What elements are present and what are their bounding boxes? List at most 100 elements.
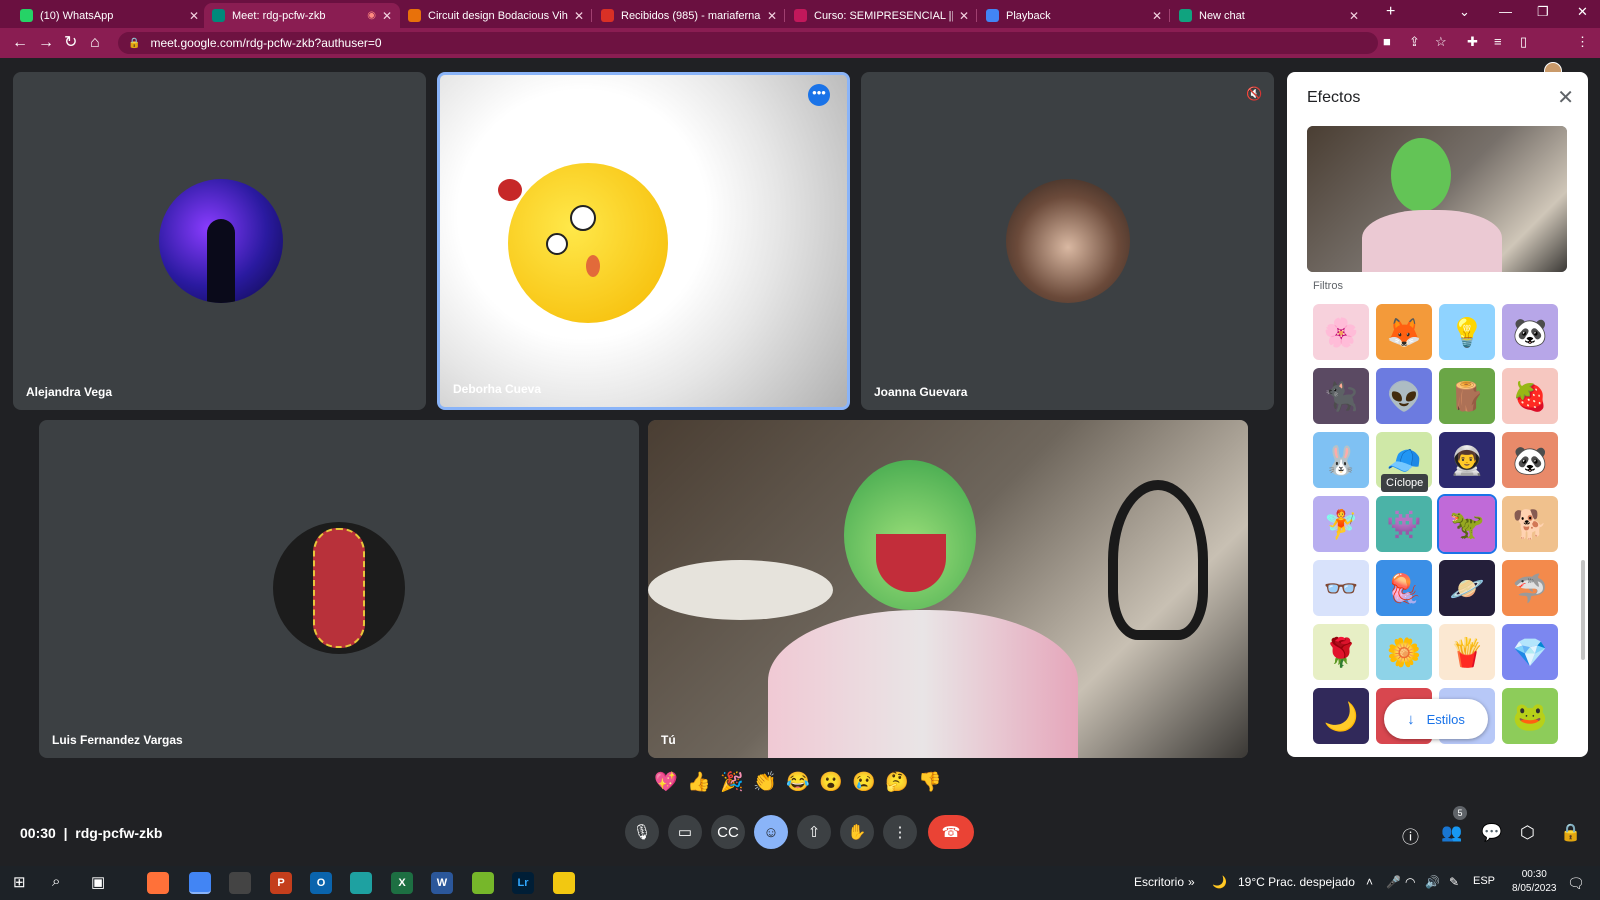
filter-cyclops-monster[interactable]: 👾 (1376, 496, 1432, 552)
filter-frog[interactable]: 🐸 (1502, 688, 1558, 744)
filter-glasses[interactable]: 👓 (1313, 560, 1369, 616)
chat-icon[interactable]: 💬 (1481, 823, 1502, 843)
reaction-emoji[interactable]: 😮 (816, 767, 846, 797)
address-bar[interactable]: 🔒 meet.google.com/rdg-pcfw-zkb?authuser=0 (118, 32, 1378, 54)
reload-icon[interactable]: ↻ (64, 34, 77, 52)
weather-text[interactable]: 19°C Prac. despejado (1238, 875, 1355, 889)
self-view-tile[interactable]: Tú (648, 420, 1248, 758)
reaction-emoji[interactable]: 😢 (849, 767, 879, 797)
search-icon[interactable]: ⌕ (52, 873, 60, 890)
firefox-icon[interactable] (147, 872, 169, 894)
bookmark-star-icon[interactable]: ☆ (1435, 34, 1447, 50)
camera-icon[interactable]: ■ (1383, 34, 1391, 49)
clapper-icon[interactable] (229, 872, 251, 894)
minimize-icon[interactable]: — (1499, 4, 1512, 19)
filter-alien-capsule[interactable]: 👽 (1376, 368, 1432, 424)
browser-tab[interactable]: Curso: SEMIPRESENCIAL || 3942 ✕ (786, 3, 977, 28)
chevron-icon[interactable]: » (1188, 875, 1195, 889)
captions-button[interactable]: CC (711, 815, 745, 849)
new-tab-icon[interactable]: + (1386, 3, 1395, 21)
back-icon[interactable]: ← (12, 34, 28, 52)
media-icon[interactable]: ≡ (1494, 34, 1502, 49)
styles-button[interactable]: ↓ Estilos (1384, 699, 1488, 739)
filter-red-panda[interactable]: 🐼 (1502, 432, 1558, 488)
files-icon[interactable] (553, 872, 575, 894)
notifications-icon[interactable]: 🗨 (1567, 875, 1585, 892)
browser-tab[interactable]: Recibidos (985) - mariafernanda ✕ (593, 3, 785, 28)
filter-black-cat[interactable]: 🐈‍⬛ (1313, 368, 1369, 424)
host-controls-icon[interactable]: 🔒 (1560, 823, 1581, 843)
end-call-button[interactable]: ☎ (928, 815, 974, 849)
reaction-emoji[interactable]: 👍 (684, 767, 714, 797)
close-icon[interactable]: ✕ (1557, 85, 1574, 110)
browser-tab[interactable]: New chat ✕ (1171, 3, 1367, 28)
mic-button[interactable]: 🎙 (625, 815, 659, 849)
filter-strawberry[interactable]: 🍓 (1502, 368, 1558, 424)
windows-start-icon[interactable]: ⊞ (13, 873, 26, 891)
powerpoint-icon[interactable]: P (270, 872, 292, 894)
filter-fairy[interactable]: 🧚 (1313, 496, 1369, 552)
reaction-emoji[interactable]: 👏 (750, 767, 780, 797)
reaction-emoji[interactable]: 🤔 (882, 767, 912, 797)
filter-daisy[interactable]: 🌼 (1376, 624, 1432, 680)
close-tab-icon[interactable]: ✕ (767, 9, 777, 23)
clock[interactable]: 00:30 8/05/2023 (1512, 868, 1557, 896)
outlook-icon[interactable]: O (310, 872, 332, 894)
filter-dinosaur[interactable]: 🦖 (1437, 494, 1497, 554)
reaction-emoji[interactable]: 🎉 (717, 767, 747, 797)
chrome-icon[interactable] (189, 872, 211, 894)
participant-tile[interactable]: Luis Fernandez Vargas (39, 420, 639, 758)
filter-rose[interactable]: 🌹 (1313, 624, 1369, 680)
close-tab-icon[interactable]: ✕ (1152, 9, 1162, 23)
share-icon[interactable]: ⇪ (1409, 34, 1420, 50)
window-close-icon[interactable]: ✕ (1577, 4, 1588, 20)
filter-fries[interactable]: 🍟 (1439, 624, 1495, 680)
reaction-emoji[interactable]: 👎 (915, 767, 945, 797)
filter-sleeping-moon[interactable]: 🌙 (1313, 688, 1369, 744)
present-button[interactable]: ⇧ (797, 815, 831, 849)
filter-fox[interactable]: 🦊 (1376, 304, 1432, 360)
language-indicator[interactable]: ESP (1473, 875, 1495, 887)
camera-button[interactable]: ▭ (668, 815, 702, 849)
excel-icon[interactable]: X (391, 872, 413, 894)
utorrent-icon[interactable] (472, 872, 494, 894)
participant-tile[interactable]: 🔇 Joanna Guevara (861, 72, 1274, 410)
browser-tab[interactable]: Meet: rdg-pcfw-zkb ◉ ✕ (204, 3, 400, 28)
participant-tile[interactable]: ••• Deborha Cueva (437, 72, 850, 410)
word-icon[interactable]: W (431, 872, 453, 894)
filter-crystal[interactable]: 💎 (1502, 624, 1558, 680)
filter-astronaut[interactable]: 👨‍🚀 (1439, 432, 1495, 488)
close-tab-icon[interactable]: ✕ (959, 9, 969, 23)
tab-search-icon[interactable]: ⌄ (1459, 4, 1470, 20)
filter-shark[interactable]: 🦈 (1502, 560, 1558, 616)
sidepanel-icon[interactable]: ▯ (1520, 34, 1527, 50)
browser-tab[interactable]: Circuit design Bodacious Vihelm ✕ (400, 3, 592, 28)
restore-icon[interactable]: ❐ (1537, 4, 1549, 20)
filter-panda[interactable]: 🐼 (1502, 304, 1558, 360)
more-options-icon[interactable]: ••• (808, 84, 830, 106)
chevron-up-icon[interactable]: ˄ (1366, 875, 1373, 889)
filter-jellyfish[interactable]: 🪼 (1376, 560, 1432, 616)
activities-icon[interactable]: ⬡ (1520, 823, 1535, 843)
desktop-label[interactable]: Escritorio (1134, 875, 1184, 889)
task-view-icon[interactable]: ▣ (91, 873, 105, 891)
reactions-button[interactable]: ☺ (754, 815, 788, 849)
panel-scrollbar[interactable] (1581, 560, 1585, 660)
lightroom-icon[interactable]: Lr (512, 872, 534, 894)
reaction-emoji[interactable]: 😂 (783, 767, 813, 797)
forward-icon[interactable]: → (38, 34, 54, 52)
close-tab-icon[interactable]: ✕ (1349, 9, 1359, 23)
close-tab-icon[interactable]: ✕ (189, 9, 199, 23)
filter-space-planet[interactable]: 🪐 (1439, 560, 1495, 616)
filter-bunny[interactable]: 🐰 (1313, 432, 1369, 488)
extensions-icon[interactable]: ✚ (1467, 34, 1478, 50)
filter-tree-stump[interactable]: 🪵 (1439, 368, 1495, 424)
home-icon[interactable]: ⌂ (90, 34, 100, 52)
volume-icon[interactable]: 🔊 (1425, 875, 1440, 889)
menu-dots-icon[interactable]: ⋮ (1576, 34, 1589, 50)
close-tab-icon[interactable]: ✕ (382, 9, 392, 23)
reaction-emoji[interactable]: 💖 (651, 767, 681, 797)
filter-dog[interactable]: 🐕 (1502, 496, 1558, 552)
info-icon[interactable]: ⓘ (1402, 823, 1419, 848)
people-icon[interactable]: 👥 (1441, 823, 1462, 843)
